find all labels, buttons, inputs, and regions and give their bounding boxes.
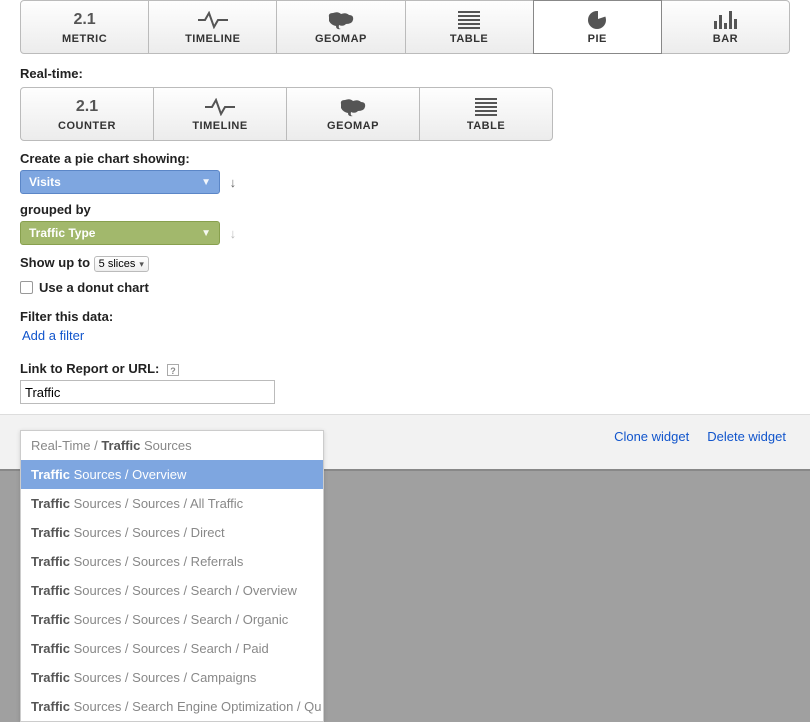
- widget-tab-table[interactable]: TABLE: [419, 87, 553, 141]
- add-dimension-icon[interactable]: ↓: [230, 226, 237, 241]
- geomap-icon: [326, 9, 356, 31]
- geomap-icon: [338, 96, 368, 118]
- autocomplete-item[interactable]: Traffic Sources / Sources / Search / Ove…: [21, 576, 323, 605]
- widget-tab-label: TIMELINE: [192, 120, 247, 132]
- widget-tab-counter[interactable]: 2.1 COUNTER: [20, 87, 154, 141]
- widget-tab-label: COUNTER: [58, 120, 116, 132]
- help-icon[interactable]: ?: [167, 364, 179, 376]
- delete-widget-link[interactable]: Delete widget: [707, 429, 786, 455]
- metric-value: Visits: [29, 175, 61, 189]
- slices-select[interactable]: 5 slices ▾: [94, 256, 149, 272]
- widget-type-tabs: 2.1 METRIC TIMELINE GEOMAP TABLE PIE BAR: [0, 0, 810, 62]
- filter-heading: Filter this data:: [20, 295, 790, 328]
- table-icon: [475, 96, 497, 118]
- autocomplete-item[interactable]: Traffic Sources / Sources / All Traffic: [21, 489, 323, 518]
- autocomplete-item[interactable]: Traffic Sources / Sources / Search / Org…: [21, 605, 323, 634]
- widget-tab-metric[interactable]: 2.1 METRIC: [20, 0, 149, 54]
- autocomplete-item[interactable]: Traffic Sources / Sources / Referrals: [21, 547, 323, 576]
- realtime-heading: Real-time:: [0, 62, 810, 87]
- chevron-down-icon: ▼: [201, 177, 211, 188]
- metric-icon: 2.1: [73, 9, 95, 31]
- widget-tab-label: TABLE: [467, 120, 505, 132]
- donut-checkbox[interactable]: [20, 281, 33, 294]
- autocomplete-item[interactable]: Real-Time / Traffic Sources: [21, 431, 323, 460]
- slices-value: 5 slices: [99, 258, 136, 270]
- autocomplete-item[interactable]: Traffic Sources / Search Engine Optimiza…: [21, 692, 323, 721]
- report-url-input[interactable]: [20, 380, 275, 404]
- timeline-icon: [204, 96, 236, 118]
- widget-tab-timeline[interactable]: TIMELINE: [148, 0, 277, 54]
- showup-label: Show up to: [20, 255, 90, 270]
- widget-tab-label: TIMELINE: [185, 33, 240, 45]
- pie-icon: [587, 9, 607, 31]
- add-metric-icon[interactable]: ↓: [230, 175, 237, 190]
- autocomplete-item[interactable]: Traffic Sources / Overview: [21, 460, 323, 489]
- add-filter-link[interactable]: Add a filter: [20, 328, 84, 343]
- url-autocomplete: Real-Time / Traffic SourcesTraffic Sourc…: [20, 430, 324, 722]
- widget-tab-label: BAR: [713, 33, 738, 45]
- chevron-down-icon: ▼: [201, 228, 211, 239]
- metric-icon: 2.1: [76, 96, 98, 118]
- widget-tab-label: METRIC: [62, 33, 107, 45]
- widget-tab-label: GEOMAP: [315, 33, 367, 45]
- widget-tab-label: PIE: [588, 33, 607, 45]
- widget-tab-bar[interactable]: BAR: [661, 0, 790, 54]
- widget-tab-label: TABLE: [450, 33, 488, 45]
- bar-icon: [714, 9, 737, 31]
- autocomplete-item[interactable]: Traffic Sources / Sources / Direct: [21, 518, 323, 547]
- metric-select[interactable]: Visits ▼: [20, 170, 220, 194]
- widget-tab-geomap[interactable]: GEOMAP: [286, 87, 420, 141]
- autocomplete-item[interactable]: Traffic Sources / Sources / Campaigns: [21, 663, 323, 692]
- dimension-value: Traffic Type: [29, 226, 95, 240]
- widget-tab-geomap[interactable]: GEOMAP: [276, 0, 405, 54]
- realtime-type-tabs: 2.1 COUNTER TIMELINE GEOMAP TABLE: [0, 87, 810, 151]
- chevron-updown-icon: ▾: [139, 259, 144, 270]
- widget-tab-label: GEOMAP: [327, 120, 379, 132]
- timeline-icon: [197, 9, 229, 31]
- widget-tab-pie[interactable]: PIE: [533, 0, 662, 54]
- grouped-by-label: grouped by: [20, 202, 790, 217]
- clone-widget-link[interactable]: Clone widget: [614, 429, 689, 455]
- table-icon: [458, 9, 480, 31]
- widget-tab-table[interactable]: TABLE: [405, 0, 534, 54]
- widget-tab-timeline[interactable]: TIMELINE: [153, 87, 287, 141]
- widget-editor-panel: 2.1 METRIC TIMELINE GEOMAP TABLE PIE BAR Real-…: [0, 0, 810, 471]
- create-pie-label: Create a pie chart showing:: [20, 151, 790, 170]
- autocomplete-item[interactable]: Traffic Sources / Sources / Search / Pai…: [21, 634, 323, 663]
- dimension-select[interactable]: Traffic Type ▼: [20, 221, 220, 245]
- donut-label: Use a donut chart: [39, 280, 149, 295]
- url-heading: Link to Report or URL: ?: [20, 351, 790, 380]
